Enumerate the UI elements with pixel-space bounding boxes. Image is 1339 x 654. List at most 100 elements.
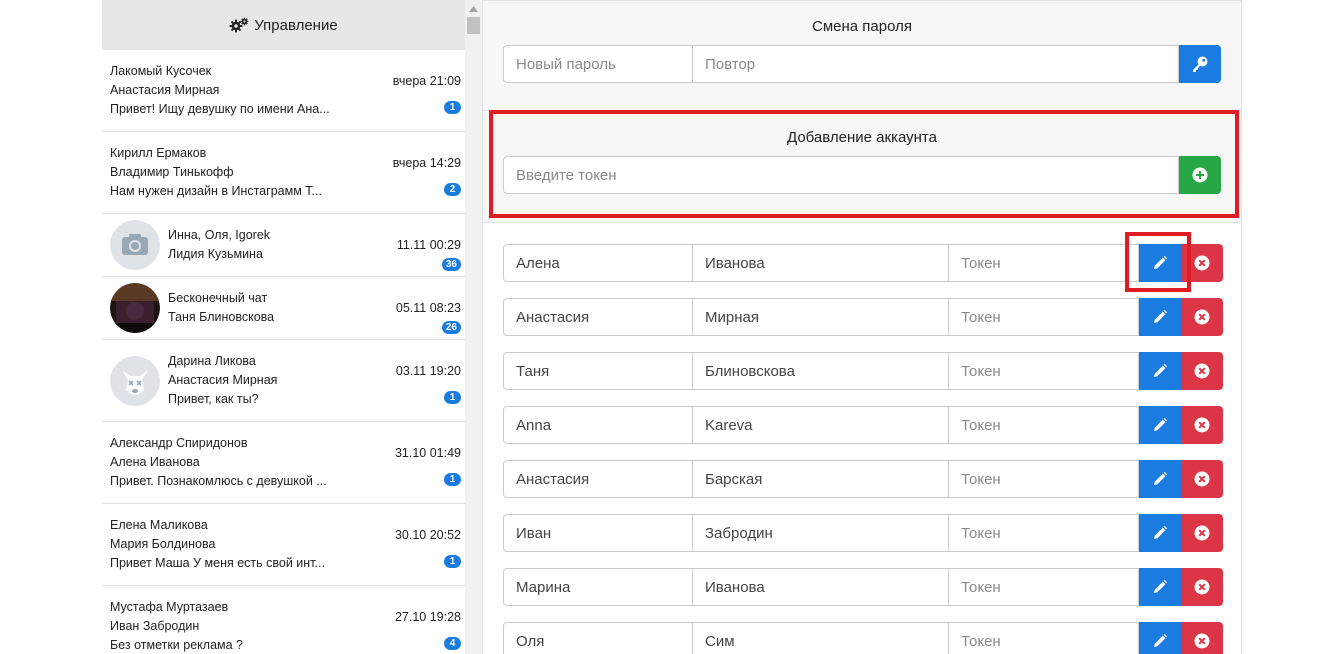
close-circle-icon xyxy=(1194,471,1210,487)
first-name-input[interactable]: Алена xyxy=(503,244,693,282)
first-name-input[interactable]: Иван xyxy=(503,514,693,552)
delete-account-button[interactable] xyxy=(1181,622,1223,654)
unread-badge: 2 xyxy=(444,183,461,196)
close-circle-icon xyxy=(1194,417,1210,433)
pencil-icon xyxy=(1154,309,1168,323)
account-row: Иван Забродин Токен xyxy=(503,514,1223,552)
last-name-input[interactable]: Иванова xyxy=(693,244,949,282)
sidebar-scrollbar[interactable] xyxy=(465,0,482,654)
dialog-item[interactable]: Лакомый Кусочек Анастасия Мирная Привет!… xyxy=(102,50,465,132)
last-name-input[interactable]: Блиновскова xyxy=(693,352,949,390)
first-name-input[interactable]: Anna xyxy=(503,406,693,444)
dialog-time: 05.11 08:23 xyxy=(395,301,461,315)
dialog-time: 31.10 01:49 xyxy=(394,446,461,460)
delete-account-button[interactable] xyxy=(1181,514,1223,552)
gears-icon xyxy=(229,17,249,33)
account-token-input[interactable]: Токен xyxy=(949,406,1139,444)
delete-account-button[interactable] xyxy=(1181,406,1223,444)
dialog-time: 27.10 19:28 xyxy=(394,610,461,624)
password-section: Смена пароля Новый пароль Повтор xyxy=(483,1,1241,111)
change-password-button[interactable] xyxy=(1179,45,1221,83)
close-circle-icon xyxy=(1194,525,1210,541)
edit-account-button[interactable] xyxy=(1139,244,1181,282)
dialog-item[interactable]: Мустафа Муртазаев Иван Забродин Без отме… xyxy=(102,586,465,654)
dialog-item[interactable]: Инна, Оля, Igorek Лидия Кузьмина 11.11 0… xyxy=(102,214,465,277)
pencil-icon xyxy=(1154,525,1168,539)
account-row: Anna Kareva Токен xyxy=(503,406,1223,444)
last-name-input[interactable]: Мирная xyxy=(693,298,949,336)
account-row: Марина Иванова Токен xyxy=(503,568,1223,606)
account-row: Анастасия Барская Токен xyxy=(503,460,1223,498)
plus-circle-icon xyxy=(1192,167,1208,183)
pencil-icon xyxy=(1154,471,1168,485)
pencil-icon xyxy=(1154,363,1168,377)
delete-account-button[interactable] xyxy=(1181,244,1223,282)
camera-avatar-icon xyxy=(110,220,160,270)
dialog-item[interactable]: Дарина Ликова Анастасия Мирная Привет, к… xyxy=(102,340,465,422)
last-name-input[interactable]: Сим xyxy=(693,622,949,654)
pencil-icon xyxy=(1154,579,1168,593)
edit-account-button[interactable] xyxy=(1139,460,1181,498)
token-input[interactable]: Введите токен xyxy=(503,156,1179,194)
account-row: Алена Иванова Токен xyxy=(503,244,1223,282)
unread-badge: 1 xyxy=(444,555,461,568)
settings-panel: Смена пароля Новый пароль Повтор Добавле… xyxy=(482,0,1242,654)
close-circle-icon xyxy=(1194,633,1210,649)
scroll-up-arrow-icon[interactable] xyxy=(465,0,482,17)
first-name-input[interactable]: Анастасия xyxy=(503,298,693,336)
last-name-input[interactable]: Иванова xyxy=(693,568,949,606)
pencil-icon xyxy=(1154,255,1168,269)
unread-badge: 1 xyxy=(444,473,461,486)
add-account-title: Добавление аккаунта xyxy=(787,129,937,146)
edit-account-button[interactable] xyxy=(1139,352,1181,390)
deactivated-dog-avatar-icon xyxy=(110,355,160,406)
scrollbar-thumb[interactable] xyxy=(467,17,480,34)
dialog-item[interactable]: Александр Спиридонов Алена Иванова Приве… xyxy=(102,422,465,504)
first-name-input[interactable]: Марина xyxy=(503,568,693,606)
account-row: Таня Блиновскова Токен xyxy=(503,352,1223,390)
dialog-time: вчера 14:29 xyxy=(392,156,461,170)
first-name-input[interactable]: Таня xyxy=(503,352,693,390)
first-name-input[interactable]: Оля xyxy=(503,622,693,654)
edit-account-button[interactable] xyxy=(1139,514,1181,552)
password-section-title: Смена пароля xyxy=(812,18,912,35)
last-name-input[interactable]: Забродин xyxy=(693,514,949,552)
close-circle-icon xyxy=(1194,579,1210,595)
edit-account-button[interactable] xyxy=(1139,622,1181,654)
edit-account-button[interactable] xyxy=(1139,406,1181,444)
last-name-input[interactable]: Kareva xyxy=(693,406,949,444)
account-row: Оля Сим Токен xyxy=(503,622,1223,654)
management-title: Управление xyxy=(254,16,338,34)
add-account-section: Добавление аккаунта Введите токен xyxy=(483,111,1241,223)
dialog-item[interactable]: Бесконечный чат Таня Блиновскова 05.11 0… xyxy=(102,277,465,340)
add-account-button[interactable] xyxy=(1179,156,1221,194)
edit-account-button[interactable] xyxy=(1139,568,1181,606)
delete-account-button[interactable] xyxy=(1181,352,1223,390)
dialog-item[interactable]: Кирилл Ермаков Владимир Тинькофф Нам нуж… xyxy=(102,132,465,214)
delete-account-button[interactable] xyxy=(1181,298,1223,336)
new-password-input[interactable]: Новый пароль xyxy=(503,45,693,83)
first-name-input[interactable]: Анастасия xyxy=(503,460,693,498)
unread-badge: 1 xyxy=(444,391,461,404)
account-token-input[interactable]: Токен xyxy=(949,298,1139,336)
account-token-input[interactable]: Токен xyxy=(949,514,1139,552)
dialog-time: 03.11 19:20 xyxy=(395,364,461,378)
account-token-input[interactable]: Токен xyxy=(949,568,1139,606)
dialog-time: вчера 21:09 xyxy=(392,74,461,88)
chat-photo-avatar xyxy=(110,283,160,333)
close-circle-icon xyxy=(1194,255,1210,271)
dialog-item[interactable]: Елена Маликова Мария Болдинова Привет Ма… xyxy=(102,504,465,586)
account-token-input[interactable]: Токен xyxy=(949,244,1139,282)
last-name-input[interactable]: Барская xyxy=(693,460,949,498)
delete-account-button[interactable] xyxy=(1181,460,1223,498)
management-header[interactable]: Управление xyxy=(102,0,465,50)
close-circle-icon xyxy=(1194,363,1210,379)
repeat-password-input[interactable]: Повтор xyxy=(693,45,1179,83)
unread-badge: 1 xyxy=(444,101,461,114)
edit-account-button[interactable] xyxy=(1139,298,1181,336)
delete-account-button[interactable] xyxy=(1181,568,1223,606)
account-token-input[interactable]: Токен xyxy=(949,352,1139,390)
account-token-input[interactable]: Токен xyxy=(949,622,1139,654)
dialog-time: 30.10 20:52 xyxy=(394,528,461,542)
account-token-input[interactable]: Токен xyxy=(949,460,1139,498)
